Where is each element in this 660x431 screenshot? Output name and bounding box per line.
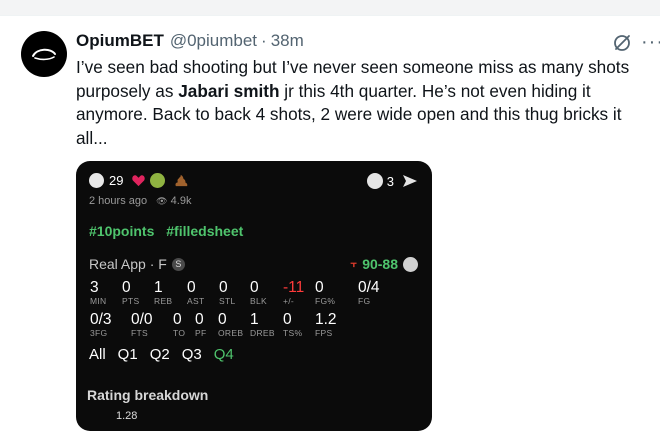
- stat-pts: 0 PTS: [122, 279, 140, 306]
- tweet-text: I’ve seen bad shooting but I’ve never se…: [76, 56, 648, 150]
- stat-min: 3 MIN: [90, 279, 107, 306]
- tab-q3[interactable]: Q3: [182, 346, 202, 363]
- game-badge: S: [171, 257, 185, 271]
- opium-logo-icon: [32, 48, 56, 61]
- stat-blk: 0 BLK: [250, 279, 267, 306]
- team-icon: ⫟: [350, 257, 358, 270]
- stat-3fg: 0/3 3FG: [90, 311, 112, 338]
- poop-emoji-icon: [175, 174, 188, 187]
- avatar[interactable]: [21, 31, 67, 77]
- score-value: 90-88: [362, 256, 398, 272]
- game-label: Real App · F S: [89, 256, 185, 272]
- grok-icon[interactable]: [612, 33, 632, 53]
- team-logo-icon: [403, 256, 418, 272]
- stat-fts: 0/0 FTS: [131, 311, 153, 338]
- hashtags: #10points #filledsheet: [89, 223, 243, 239]
- period-tabs: All Q1 Q2 Q3 Q4: [89, 346, 246, 363]
- stat-fg: 0/4 FG: [358, 279, 380, 306]
- smile-emoji-icon: [89, 173, 104, 188]
- tab-q2[interactable]: Q2: [150, 346, 170, 363]
- stat-fg-pct: 0 FG%: [315, 279, 336, 306]
- eye-icon: 👁: [156, 196, 168, 206]
- tweet-header: OpiumBET @0piumbet · 38m: [76, 31, 304, 53]
- hashtag[interactable]: #filledsheet: [166, 223, 243, 239]
- tweet-text-bold: Jabari smith: [178, 80, 280, 101]
- display-name[interactable]: OpiumBET: [76, 31, 164, 51]
- stat-fps: 1.2 FPS: [315, 311, 337, 338]
- share-row[interactable]: 3: [366, 173, 418, 189]
- media-card[interactable]: 29 3 2 hours ago 👁 4.9k #10points #fille…: [76, 161, 432, 431]
- shield-icon: [366, 173, 383, 189]
- rating-value: 1.28: [116, 410, 138, 422]
- more-options-button[interactable]: ···: [641, 31, 660, 54]
- separator: ·: [261, 31, 267, 50]
- hashtag[interactable]: #10points: [89, 223, 154, 239]
- stat-pf: 0 PF: [195, 311, 207, 338]
- tab-q4[interactable]: Q4: [214, 346, 234, 363]
- send-icon[interactable]: [402, 174, 418, 188]
- sick-emoji-icon: [150, 173, 166, 188]
- game-title: Real App · F: [89, 256, 167, 272]
- stat-dreb: 1 DREB: [250, 311, 275, 338]
- stat-ast: 0 AST: [187, 279, 205, 306]
- tab-q1[interactable]: Q1: [118, 346, 138, 363]
- reaction-count: 29: [109, 173, 124, 188]
- top-band: [0, 0, 660, 16]
- post-meta: 2 hours ago 👁 4.9k: [89, 195, 191, 207]
- reactions-row[interactable]: 29: [89, 173, 189, 188]
- stat-oreb: 0 OREB: [218, 311, 244, 338]
- stat-plus-minus: -11 +/-: [283, 279, 305, 306]
- score: ⫟ 90-88: [351, 256, 418, 272]
- posted-ago: 2 hours ago: [89, 195, 148, 207]
- timestamp[interactable]: 38m: [271, 31, 304, 51]
- rating-breakdown-title: Rating breakdown: [87, 387, 209, 403]
- share-count: 3: [386, 173, 394, 189]
- stat-to: 0 TO: [173, 311, 186, 338]
- stat-ts-pct: 0 TS%: [283, 311, 303, 338]
- stat-stl: 0 STL: [219, 279, 236, 306]
- user-handle[interactable]: @0piumbet: [170, 31, 257, 51]
- tab-all[interactable]: All: [89, 346, 106, 363]
- view-count: 4.9k: [170, 195, 192, 207]
- heart-icon: [132, 175, 146, 187]
- stat-reb: 1 REB: [154, 279, 173, 306]
